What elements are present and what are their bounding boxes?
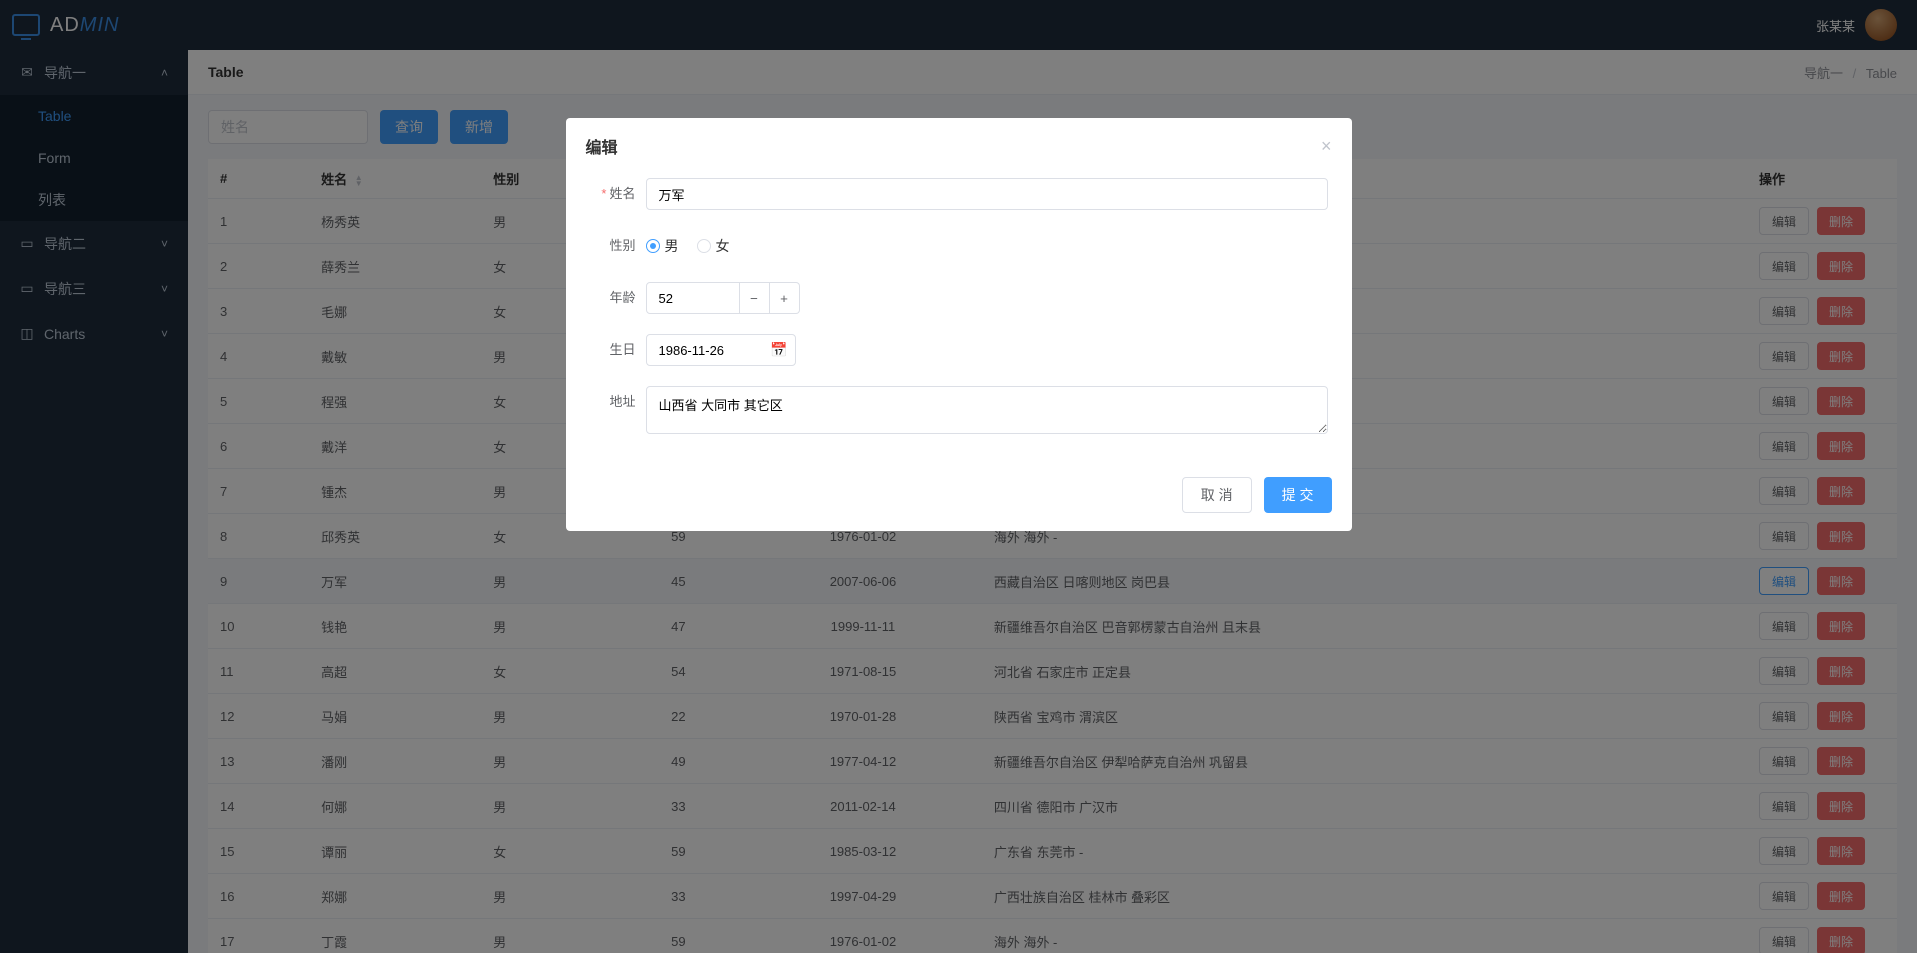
label-addr: 地址	[590, 386, 646, 418]
cancel-button[interactable]: 取 消	[1182, 477, 1252, 513]
modal-overlay[interactable]: 编辑 × *姓名 性别 男 女 年龄	[0, 0, 1917, 953]
name-field[interactable]	[646, 178, 1328, 210]
radio-male[interactable]: 男	[646, 236, 679, 256]
addr-field[interactable]: 山西省 大同市 其它区	[646, 386, 1328, 434]
radio-female[interactable]: 女	[697, 236, 730, 256]
label-birth: 生日	[590, 334, 646, 366]
age-decrease-button[interactable]: −	[740, 282, 770, 314]
label-name: *姓名	[590, 178, 646, 210]
age-increase-button[interactable]: +	[770, 282, 800, 314]
age-field[interactable]	[646, 282, 740, 314]
label-gender: 性别	[590, 230, 646, 262]
edit-dialog: 编辑 × *姓名 性别 男 女 年龄	[566, 118, 1352, 531]
calendar-icon[interactable]: 📅	[770, 342, 787, 359]
dialog-title: 编辑	[586, 134, 618, 158]
close-icon[interactable]: ×	[1321, 136, 1332, 157]
submit-button[interactable]: 提 交	[1264, 477, 1332, 513]
label-age: 年龄	[590, 282, 646, 314]
